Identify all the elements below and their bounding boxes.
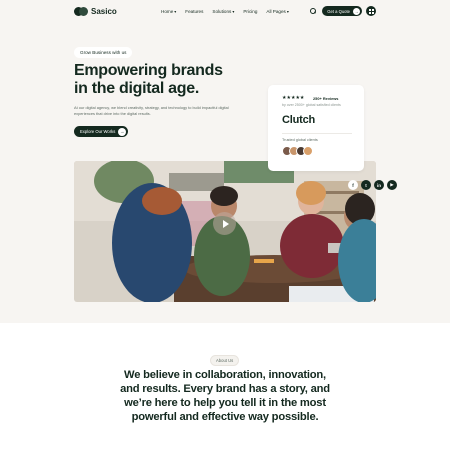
hero-title: Empowering brands in the digital age. — [74, 62, 223, 97]
grid-icon — [368, 8, 374, 14]
about-statement: We believe in collaboration, innovation,… — [120, 369, 330, 423]
nav-item-pricing[interactable]: Pricing — [243, 9, 257, 14]
card-divider — [282, 133, 352, 134]
about-tag: About Us — [210, 355, 240, 366]
chevron-down-icon: ▾ — [174, 9, 177, 14]
play-video-button[interactable] — [213, 212, 236, 235]
arrow-right-icon: → — [353, 7, 360, 15]
logo-mark-icon — [74, 7, 88, 16]
linkedin-icon[interactable]: in — [374, 180, 384, 190]
brand-logo[interactable]: Sasico — [74, 7, 117, 16]
get-quote-button[interactable]: Get a Quote → — [322, 6, 362, 16]
avatar — [303, 146, 313, 156]
chevron-down-icon: ▾ — [232, 9, 235, 14]
client-avatars — [282, 146, 313, 156]
nav-actions: Get a Quote → — [308, 6, 376, 16]
arrow-right-icon: → — [118, 127, 127, 136]
menu-grid-button[interactable] — [366, 6, 376, 16]
search-icon[interactable] — [308, 6, 318, 16]
twitter-icon[interactable]: t — [361, 180, 371, 190]
reviews-subtitle: by over 2500+ global satisfied clients — [282, 103, 341, 107]
brand-name: Sasico — [91, 7, 117, 16]
top-navbar: Sasico Home▾ Features Solutions▾ Pricing… — [0, 0, 450, 24]
nav-item-solutions[interactable]: Solutions▾ — [212, 9, 234, 14]
clutch-logo[interactable]: Clutch — [282, 114, 315, 126]
nav-item-all-pages[interactable]: All Pages▾ — [266, 9, 288, 14]
nav-item-features[interactable]: Features — [185, 9, 203, 14]
social-links: f t in ▶ — [348, 180, 397, 190]
clutch-review-card: ★★★★★ 250+ Reviews by over 2500+ global … — [268, 85, 364, 171]
rating-stars-icon: ★★★★★ — [282, 95, 305, 101]
explore-works-button[interactable]: Explore Our Works → — [74, 126, 129, 137]
nav-item-home[interactable]: Home▾ — [161, 9, 176, 14]
hero-tag: Grow Business with us — [74, 47, 133, 58]
trusted-clients-label: Trusted global clients — [282, 138, 318, 142]
hero-description: At our digital agency, we blend creativi… — [74, 105, 229, 116]
chevron-down-icon: ▾ — [286, 9, 289, 14]
facebook-icon[interactable]: f — [348, 180, 358, 190]
reviews-count: 250+ Reviews — [313, 96, 339, 101]
youtube-icon[interactable]: ▶ — [387, 180, 397, 190]
main-menu: Home▾ Features Solutions▾ Pricing All Pa… — [161, 9, 289, 14]
